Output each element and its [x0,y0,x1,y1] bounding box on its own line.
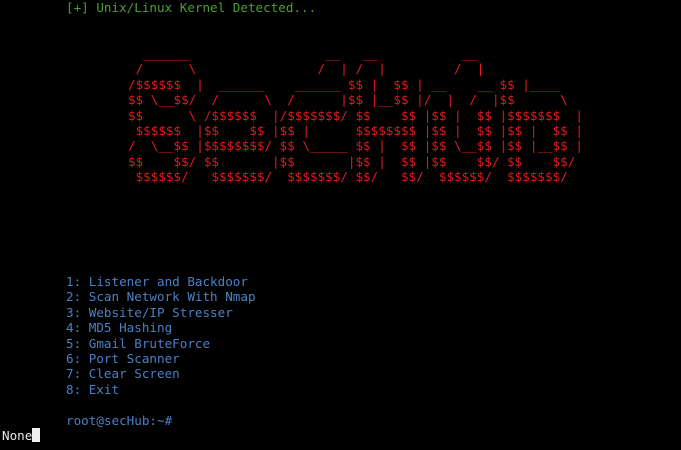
menu-item-md5-hashing: 4: MD5 Hashing [66,320,173,336]
shell-prompt: root@secHub:~# [66,413,173,428]
output-text: None [2,428,33,443]
tool-menu: 1: Listener and Backdoor 2: Scan Network… [66,274,256,397]
terminal-window[interactable]: [+] Unix/Linux Kernel Detected... ______… [0,0,681,450]
sechub-ascii-banner: ______ __ __ __ / \ / | / | / | /$$$$$$ … [128,46,583,185]
menu-item-listener-backdoor: 1: Listener and Backdoor [66,274,248,289]
menu-item-ip-stresser: 3: Website/IP Stresser [66,304,233,320]
menu-item-gmail-bruteforce: 5: Gmail BruteForce [66,335,211,351]
menu-item-exit: 8: Exit [66,381,120,397]
kernel-detected-status: [+] Unix/Linux Kernel Detected... [66,0,317,15]
input-line[interactable]: None [2,428,41,443]
text-cursor [32,428,41,442]
menu-item-nmap-scan: 2: Scan Network With Nmap [66,289,256,305]
menu-item-clear-screen: 7: Clear Screen [66,366,180,382]
menu-item-port-scanner: 6: Port Scanner [66,350,180,366]
